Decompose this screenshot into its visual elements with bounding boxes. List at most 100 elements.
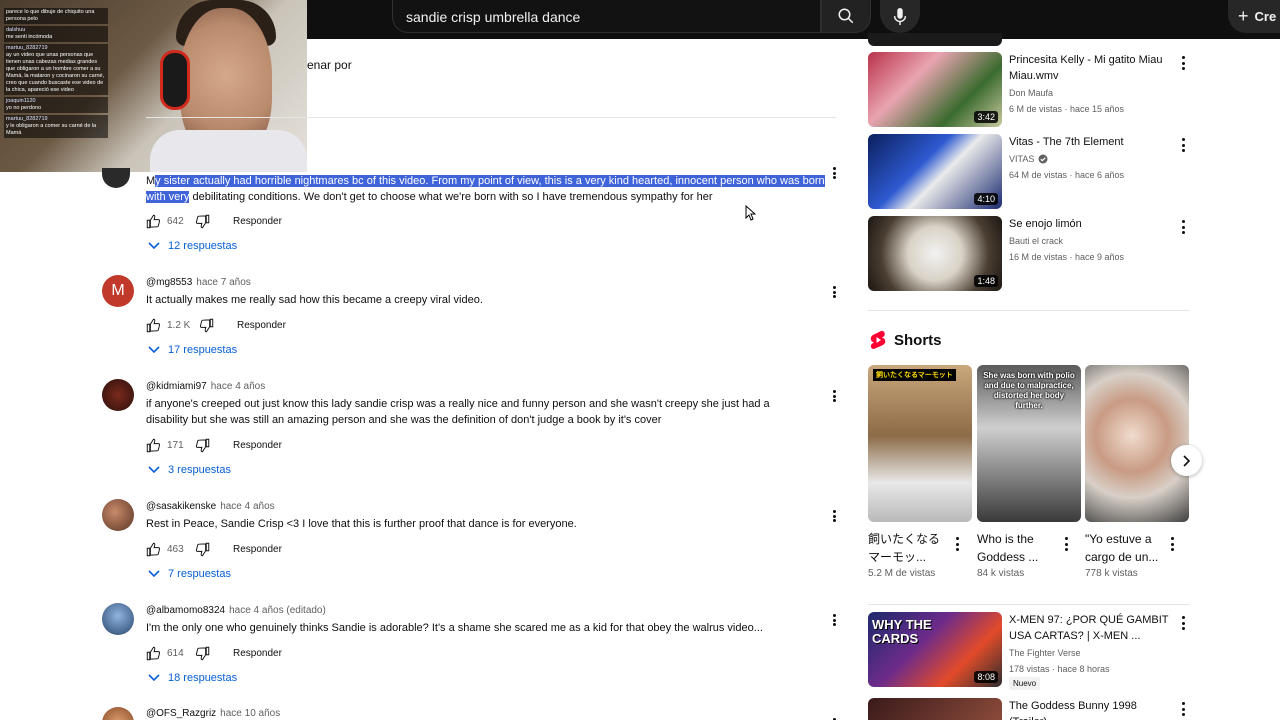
chat-message: joaquin1120 yo no perdono xyxy=(4,97,108,113)
replies-count: 7 respuestas xyxy=(168,568,231,580)
comment-author[interactable]: @sasakikenske xyxy=(146,501,216,512)
search-button[interactable] xyxy=(821,0,871,33)
like-count: 642 xyxy=(167,215,184,227)
replies-count: 18 respuestas xyxy=(168,672,238,684)
video-thumbnail[interactable]: WHY THE CARDS 8:08 xyxy=(868,612,1002,687)
more-vert-icon[interactable] xyxy=(830,612,838,628)
search-icon xyxy=(838,8,854,24)
like-button[interactable] xyxy=(146,213,162,229)
short-thumbnail[interactable]: She was born with polio and due to malpr… xyxy=(977,365,1081,522)
short-item[interactable]: "Yo estuve a cargo de un... 778 k vistas xyxy=(1085,365,1189,579)
reply-button[interactable]: Responder xyxy=(237,320,286,331)
like-button[interactable] xyxy=(146,541,162,557)
more-vert-icon[interactable] xyxy=(956,537,962,551)
comment-time[interactable]: hace 4 años xyxy=(220,501,275,512)
view-replies-button[interactable]: 18 respuestas xyxy=(148,672,237,684)
related-video[interactable]: WHY THE CARDS 8:08 X-MEN 97: ¿POR QUÉ GA… xyxy=(868,612,1190,690)
sort-by-button[interactable]: enar por xyxy=(307,58,352,72)
video-title[interactable]: Se enojo limón xyxy=(1009,216,1174,232)
avatar[interactable] xyxy=(102,707,134,720)
reply-button[interactable]: Responder xyxy=(233,440,282,451)
view-replies-button[interactable]: 12 respuestas xyxy=(148,240,237,252)
shorts-header: Shorts xyxy=(870,330,942,350)
search-input[interactable]: sandie crisp umbrella dance xyxy=(392,0,821,33)
dislike-button[interactable] xyxy=(195,437,211,453)
comment-time[interactable]: hace 10 años xyxy=(220,708,280,719)
avatar[interactable]: M xyxy=(102,275,134,307)
avatar[interactable] xyxy=(102,603,134,635)
short-item[interactable]: 飼いたくなるマーモット 飼いたくなるマーモッ... 5.2 M de vista… xyxy=(868,365,972,579)
video-thumbnail[interactable]: 4:10 xyxy=(868,134,1002,209)
short-title[interactable]: 飼いたくなるマーモッ... xyxy=(868,530,950,566)
video-thumbnail[interactable]: 1:48 xyxy=(868,216,1002,291)
dislike-button[interactable] xyxy=(195,645,211,661)
comment-time[interactable]: hace 7 años xyxy=(196,277,251,288)
more-vert-icon[interactable] xyxy=(1180,702,1186,716)
reply-button[interactable]: Responder xyxy=(233,648,282,659)
view-replies-button[interactable]: 7 respuestas xyxy=(148,568,231,580)
more-vert-icon[interactable] xyxy=(830,284,838,300)
more-vert-icon[interactable] xyxy=(830,716,838,720)
dislike-button[interactable] xyxy=(195,213,211,229)
related-video[interactable]: 3:42 Princesita Kelly - Mi gatito Miau M… xyxy=(868,52,1190,128)
reply-button[interactable]: Responder xyxy=(233,216,282,227)
stream-chat: parece lo que dibuje de chiquito una per… xyxy=(4,8,108,140)
avatar[interactable] xyxy=(102,499,134,531)
related-video[interactable]: 1:48 Se enojo limón Bauti el crack 16 M … xyxy=(868,216,1190,292)
video-title[interactable]: Princesita Kelly - Mi gatito Miau Miau.w… xyxy=(1009,52,1174,84)
short-title[interactable]: "Yo estuve a cargo de un... xyxy=(1085,530,1167,566)
like-button[interactable] xyxy=(146,645,162,661)
more-vert-icon[interactable] xyxy=(1180,56,1186,70)
reply-button[interactable]: Responder xyxy=(233,544,282,555)
related-video-thumbnail[interactable] xyxy=(868,33,1002,46)
related-video[interactable]: 4:10 Vitas - The 7th Element VITAS 64 M … xyxy=(868,134,1190,210)
comment-text: Rest in Peace, Sandie Crisp <3 I love th… xyxy=(146,518,577,530)
channel-name[interactable]: Don Maufa xyxy=(1009,88,1053,98)
new-badge: Nuevo xyxy=(1009,677,1041,690)
short-item[interactable]: She was born with polio and due to malpr… xyxy=(977,365,1081,579)
comment-header: @albamomo8324 hace 4 años (editado) xyxy=(146,605,326,616)
more-vert-icon[interactable] xyxy=(1180,220,1186,234)
video-thumbnail[interactable] xyxy=(868,698,1002,720)
avatar[interactable] xyxy=(102,379,134,411)
like-button[interactable] xyxy=(146,317,162,333)
more-vert-icon[interactable] xyxy=(1171,537,1177,551)
channel-name[interactable]: Bauti el crack xyxy=(1009,236,1063,246)
more-vert-icon[interactable] xyxy=(830,508,838,524)
short-thumbnail[interactable]: 飼いたくなるマーモット xyxy=(868,365,972,522)
shorts-next-button[interactable] xyxy=(1171,445,1202,476)
view-replies-button[interactable]: 17 respuestas xyxy=(148,344,237,356)
channel-name[interactable]: VITAS xyxy=(1009,154,1048,164)
comment-author[interactable]: @kidmiami97 xyxy=(146,381,207,392)
more-vert-icon[interactable] xyxy=(830,165,838,181)
chevron-down-icon xyxy=(148,466,160,474)
channel-name[interactable]: The Fighter Verse xyxy=(1009,648,1081,658)
voice-search-button[interactable] xyxy=(880,0,920,33)
short-thumbnail[interactable] xyxy=(1085,365,1189,522)
more-vert-icon[interactable] xyxy=(1065,537,1071,551)
avatar[interactable] xyxy=(102,168,130,188)
comment-time[interactable]: hace 4 años (editado) xyxy=(229,605,326,616)
short-views: 84 k vistas xyxy=(977,568,1025,579)
dislike-button[interactable] xyxy=(199,317,215,333)
create-button[interactable]: + Cre xyxy=(1228,0,1280,33)
like-button[interactable] xyxy=(146,437,162,453)
more-vert-icon[interactable] xyxy=(1180,616,1186,630)
view-replies-button[interactable]: 3 respuestas xyxy=(148,464,231,476)
comment-text: It actually makes me really sad how this… xyxy=(146,294,483,306)
video-thumbnail[interactable]: 3:42 xyxy=(868,52,1002,127)
video-title[interactable]: The Goddess Bunny 1998 (Trailer) xyxy=(1009,698,1174,720)
video-title[interactable]: Vitas - The 7th Element xyxy=(1009,134,1174,150)
short-overlay-text: She was born with polio and due to malpr… xyxy=(983,371,1075,410)
short-title[interactable]: Who is the Goddess ... xyxy=(977,530,1059,566)
related-video[interactable]: The Goddess Bunny 1998 (Trailer) xyxy=(868,698,1190,720)
more-vert-icon[interactable] xyxy=(1180,138,1186,152)
comment-text: My sister actually had horrible nightmar… xyxy=(146,175,825,203)
more-vert-icon[interactable] xyxy=(830,388,838,404)
comment-author[interactable]: @mg8553 xyxy=(146,277,192,288)
comment-author[interactable]: @albamomo8324 xyxy=(146,605,225,616)
dislike-button[interactable] xyxy=(195,541,211,557)
comment-time[interactable]: hace 4 años xyxy=(211,381,266,392)
comment-author[interactable]: @OFS_Razgriz xyxy=(146,708,216,719)
video-title[interactable]: X-MEN 97: ¿POR QUÉ GAMBIT USA CARTAS? | … xyxy=(1009,612,1174,644)
